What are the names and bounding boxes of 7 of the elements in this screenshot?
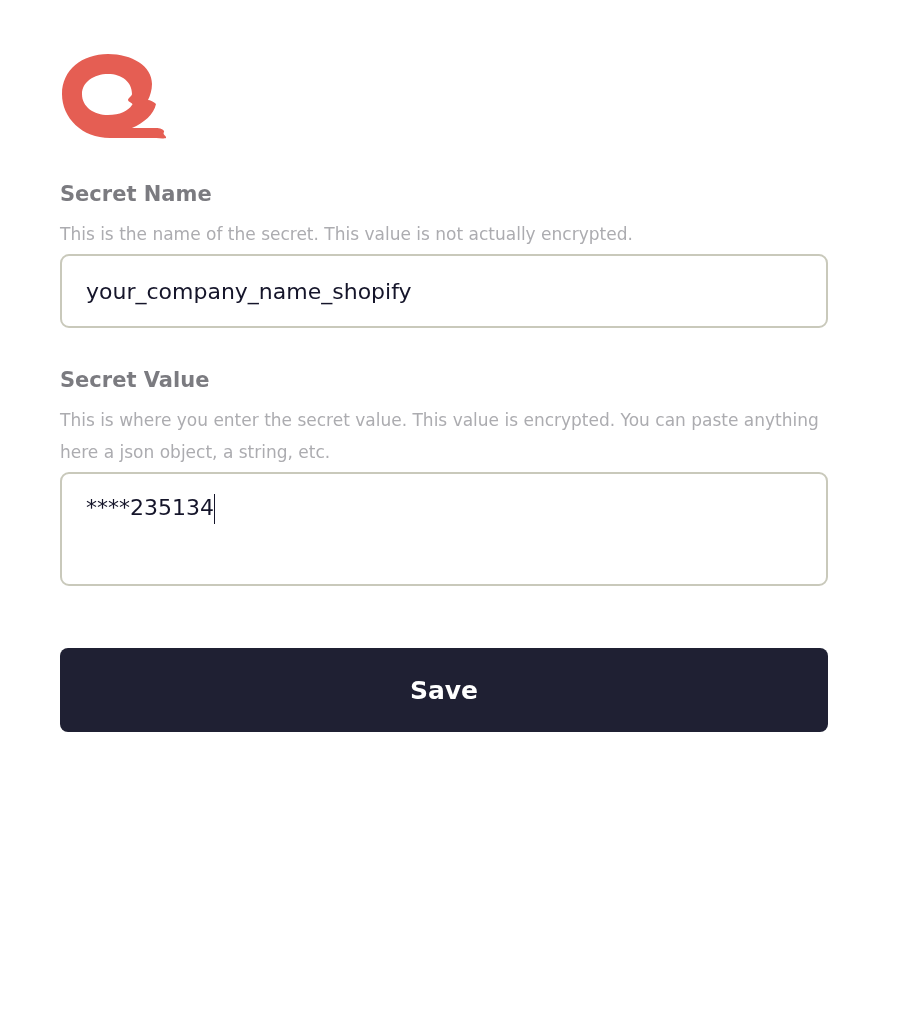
save-button[interactable]: Save (60, 648, 828, 732)
field-label: Secret Name (60, 182, 213, 206)
field-label: Secret Value (60, 368, 211, 392)
input-field[interactable]: your_company_name_shopify (60, 254, 828, 328)
text-area-field[interactable]: ****235134 (60, 472, 828, 586)
field-hint: This is the name of the secret. This value is not actually encrypted. (60, 223, 634, 246)
field-hint: This is where you enter the secret value. This value is encrypted. You can paste anything here a json object, a string, etc. (60, 409, 820, 464)
